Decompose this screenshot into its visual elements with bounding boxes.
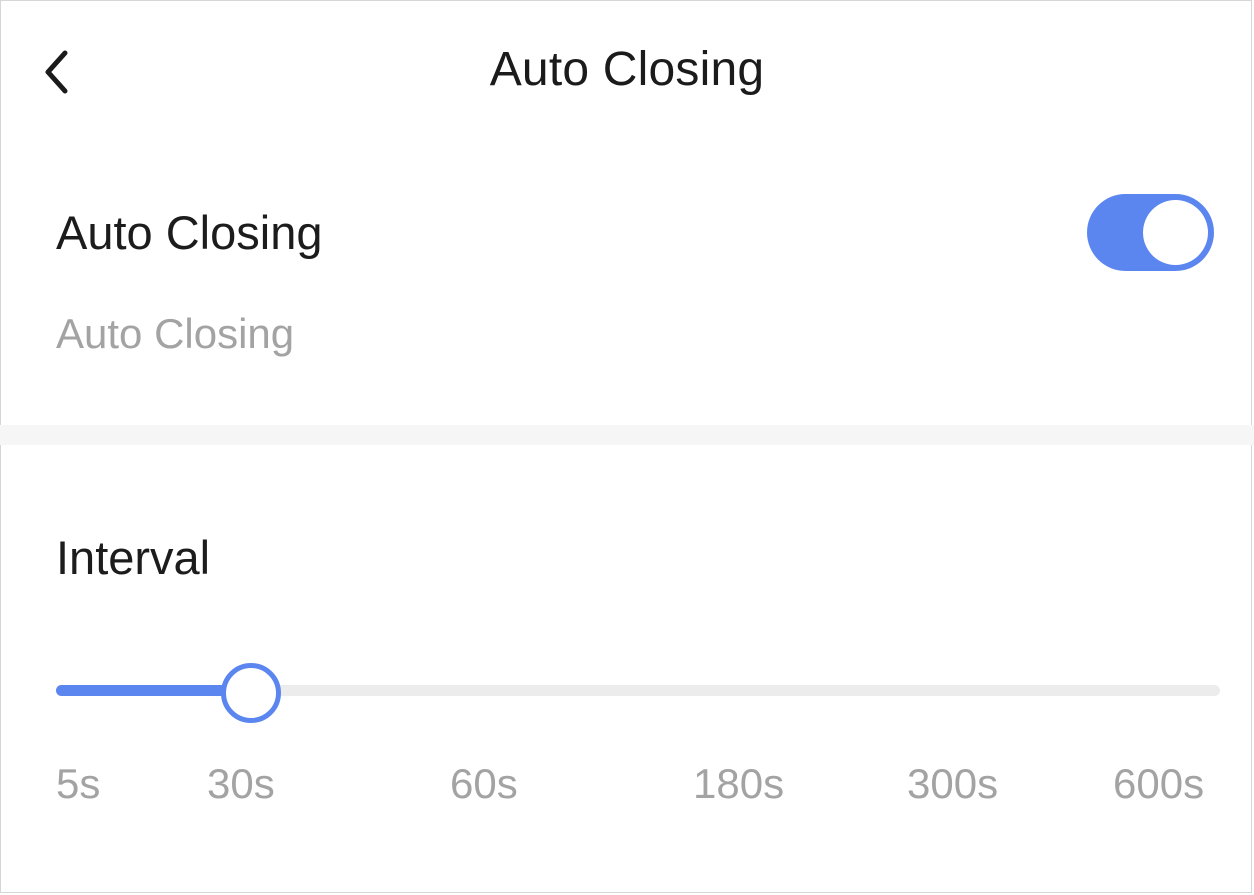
interval-label: Interval [56, 531, 211, 584]
top-bar: Auto Closing [0, 0, 1254, 140]
page-title: Auto Closing [489, 43, 765, 96]
interval-tick-5s[interactable]: 5s [56, 760, 100, 808]
auto-closing-label: Auto Closing [56, 206, 323, 259]
auto-closing-description: Auto Closing [56, 310, 295, 357]
section-divider [0, 425, 1254, 445]
auto-closing-toggle[interactable] [1087, 194, 1214, 271]
interval-tick-30s[interactable]: 30s [207, 760, 275, 808]
interval-tick-600s[interactable]: 600s [1113, 760, 1204, 808]
interval-tick-60s[interactable]: 60s [450, 760, 518, 808]
interval-tick-180s[interactable]: 180s [693, 760, 784, 808]
toggle-knob [1143, 200, 1208, 265]
interval-slider[interactable] [56, 660, 1220, 723]
interval-tick-300s[interactable]: 300s [907, 760, 998, 808]
slider-thumb[interactable] [221, 663, 281, 723]
